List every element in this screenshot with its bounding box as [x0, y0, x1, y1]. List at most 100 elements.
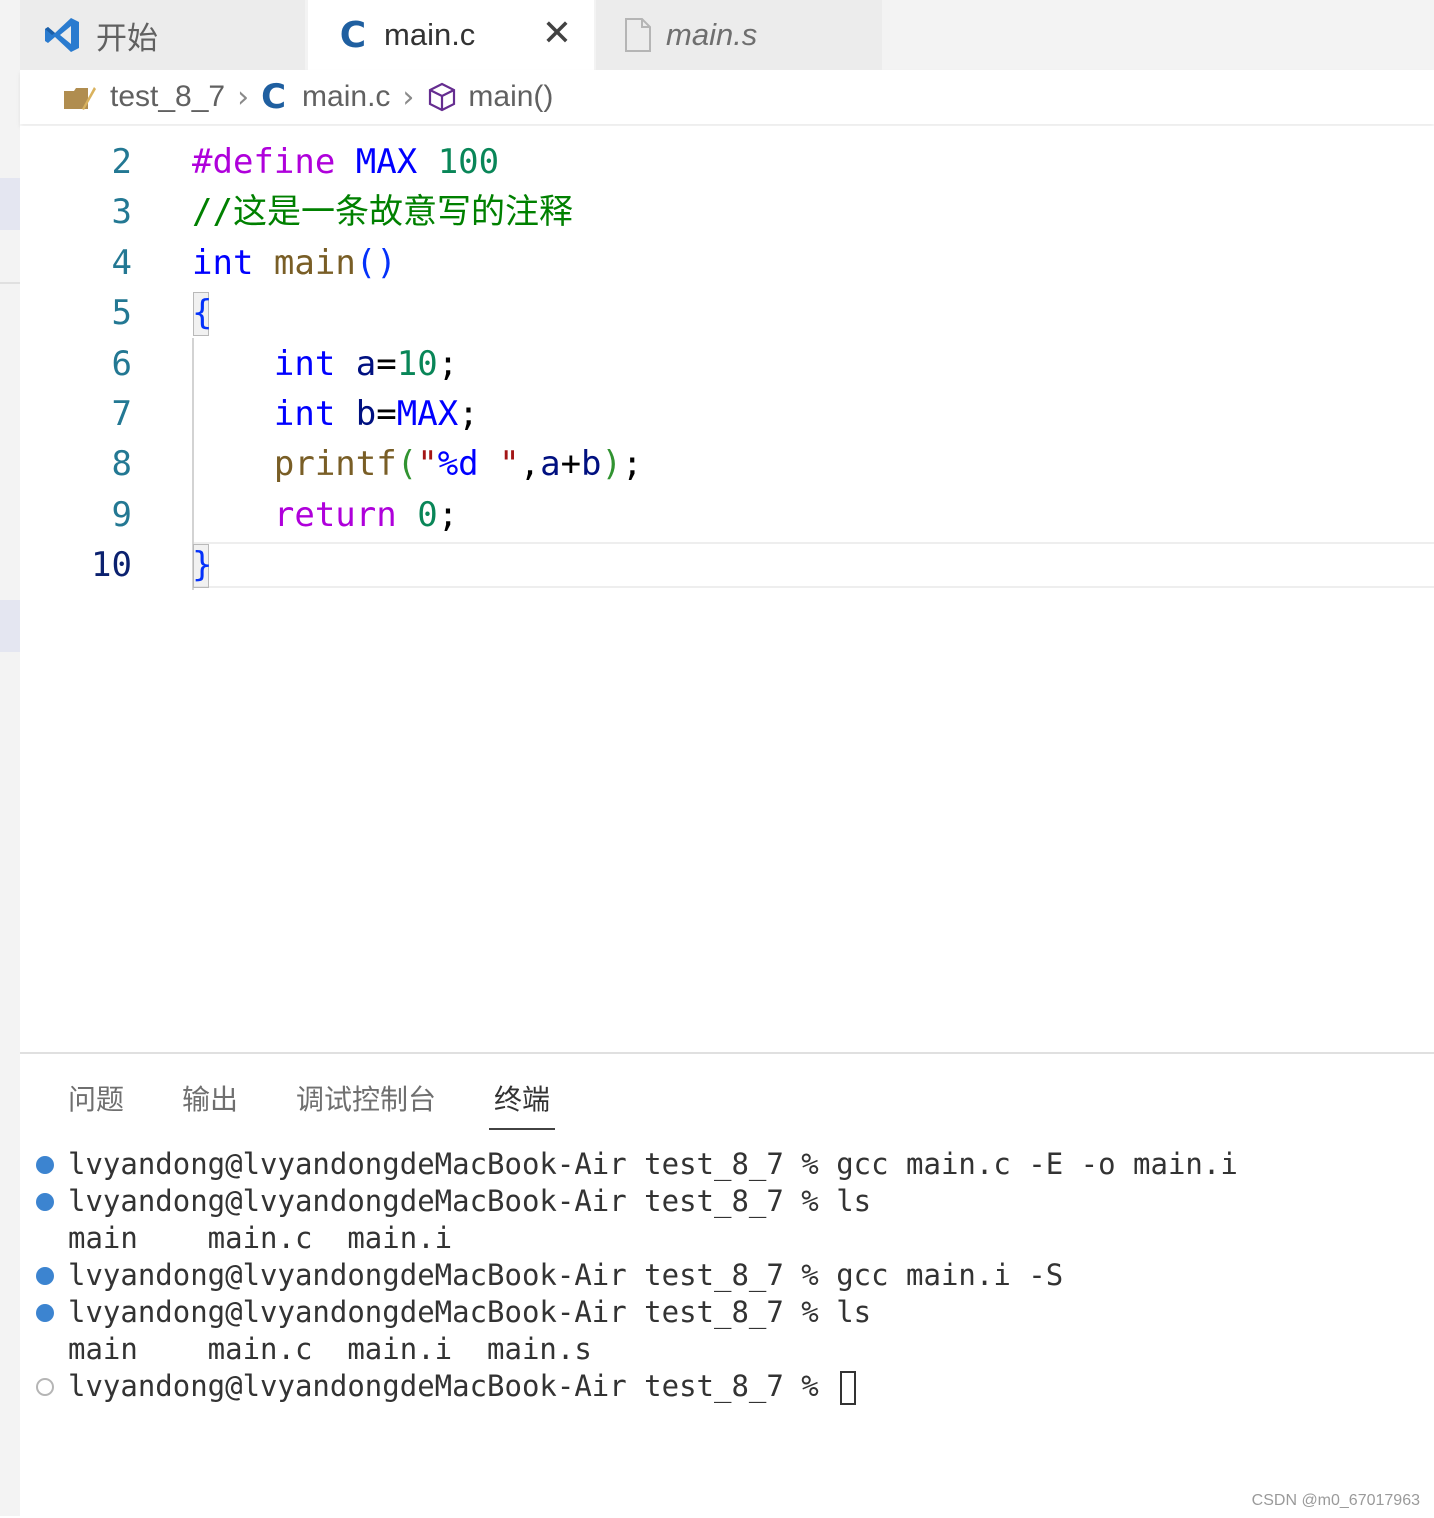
code-token: //这是一条故意写的注释	[192, 192, 573, 233]
line-number: 9	[111, 494, 132, 535]
code-text: #define MAX 100	[192, 137, 499, 187]
activity-strip	[0, 0, 20, 1516]
terminal-line: lvyandong@lvyandongdeMacBook-Air test_8_…	[36, 1183, 1238, 1220]
code-token: 0	[417, 494, 438, 535]
tab-start[interactable]: 开始	[20, 0, 306, 70]
terminal-line: lvyandong@lvyandongdeMacBook-Air test_8_…	[36, 1368, 1238, 1405]
code-token: return	[273, 494, 397, 535]
terminal-line: main main.c main.i	[68, 1220, 1238, 1257]
breadcrumb-folder[interactable]: test_8_7	[110, 80, 225, 114]
line-number: 7	[111, 394, 132, 434]
code-token: #define	[192, 142, 336, 182]
tab-output[interactable]: 输出	[182, 1080, 238, 1126]
code-token: 10	[396, 343, 438, 384]
code-token: b	[355, 394, 377, 434]
code-token: ()	[355, 242, 397, 283]
terminal-line: lvyandong@lvyandongdeMacBook-Air test_8_…	[36, 1294, 1238, 1331]
code-token: a	[540, 444, 561, 485]
code-token: 100	[437, 142, 500, 182]
chevron-right-icon: ›	[237, 79, 250, 115]
code-text: //这是一条故意写的注释	[192, 187, 573, 237]
tab-debug-console[interactable]: 调试控制台	[296, 1080, 436, 1126]
close-icon[interactable]: ✕	[542, 16, 572, 52]
breadcrumb-file[interactable]: main.c	[302, 80, 390, 114]
terminal-text: lvyandong@lvyandongdeMacBook-Air test_8_…	[68, 1147, 1238, 1181]
line-number: 10	[91, 545, 132, 586]
line-number: 2	[111, 142, 132, 182]
symbol-method-icon	[426, 81, 458, 113]
tab-label: main.s	[666, 17, 758, 52]
code-token: }	[192, 545, 213, 586]
code-token: =	[376, 394, 397, 434]
code-token: =	[376, 343, 397, 384]
code-token: ;	[437, 343, 459, 384]
breadcrumb-symbol[interactable]: main()	[468, 80, 553, 114]
tab-label: main.c	[384, 17, 476, 52]
terminal-text: lvyandong@lvyandongdeMacBook-Air test_8_…	[68, 1258, 1064, 1292]
terminal-text: lvyandong@lvyandongdeMacBook-Air test_8_…	[68, 1369, 837, 1403]
code-text: }	[192, 540, 212, 590]
code-editor[interactable]: 2 #define MAX 100 3//这是一条故意写的注释 4 int main()…	[20, 126, 1434, 1052]
code-token: int	[273, 394, 336, 434]
c-file-icon: C	[339, 14, 367, 56]
terminal-text: main main.c main.i main.s	[68, 1332, 592, 1366]
code-token: "	[478, 444, 520, 485]
editor-tab-bar: 开始 C main.c ✕ main.s	[20, 0, 1434, 70]
code-token: {	[192, 293, 213, 334]
terminal[interactable]: lvyandong@lvyandongdeMacBook-Air test_8_…	[36, 1146, 1238, 1405]
tab-label: 开始	[96, 20, 158, 56]
code-token: MAX	[355, 142, 418, 182]
code-token: int	[273, 343, 336, 384]
terminal-text: main main.c main.i	[68, 1221, 453, 1255]
terminal-cursor	[840, 1371, 857, 1405]
current-line-highlight	[192, 542, 1434, 588]
code-text: return 0;	[192, 490, 458, 540]
command-success-icon[interactable]	[36, 1156, 54, 1174]
line-number: 5	[111, 293, 132, 334]
code-token: MAX	[396, 394, 459, 434]
code-token: main	[273, 242, 356, 283]
terminal-line: main main.c main.i main.s	[68, 1331, 1238, 1368]
file-icon	[624, 17, 652, 53]
bottom-panel: 问题 输出 调试控制台 终端 lvyandong@lvyandongdeMacB…	[20, 1052, 1434, 1518]
code-token: "	[417, 444, 438, 485]
command-pending-icon[interactable]	[36, 1378, 54, 1396]
side-divider	[0, 282, 20, 284]
command-success-icon[interactable]	[36, 1267, 54, 1285]
tab-problems[interactable]: 问题	[68, 1080, 124, 1126]
command-success-icon[interactable]	[36, 1193, 54, 1211]
code-token: ;	[458, 394, 479, 434]
side-marker	[0, 600, 20, 652]
code-token: +	[560, 444, 582, 485]
code-text: int main()	[192, 238, 397, 288]
code-text: printf("%d ",a+b);	[192, 439, 643, 489]
panel-tabs: 问题 输出 调试控制台 终端	[68, 1080, 608, 1130]
code-text: {	[192, 288, 212, 338]
line-number: 8	[111, 444, 132, 485]
line-number: 4	[111, 242, 132, 283]
code-token: ;	[437, 494, 459, 535]
code-text: int a=10;	[192, 339, 458, 389]
code-token: a	[355, 343, 377, 384]
c-file-icon: C	[261, 77, 287, 117]
line-number: 6	[111, 343, 132, 384]
code-token: )	[601, 444, 623, 485]
breadcrumb: test_8_7 › C main.c › main()	[20, 70, 1434, 124]
tab-main-c[interactable]: C main.c ✕	[308, 0, 594, 70]
watermark: CSDN @m0_67017963	[1251, 1492, 1420, 1509]
side-marker	[0, 178, 20, 230]
code-token: (	[396, 444, 418, 485]
line-number: 3	[111, 192, 132, 233]
command-success-icon[interactable]	[36, 1304, 54, 1322]
tab-main-s[interactable]: main.s	[596, 0, 882, 70]
tab-terminal[interactable]: 终端	[489, 1080, 556, 1130]
code-token: b	[581, 444, 602, 485]
